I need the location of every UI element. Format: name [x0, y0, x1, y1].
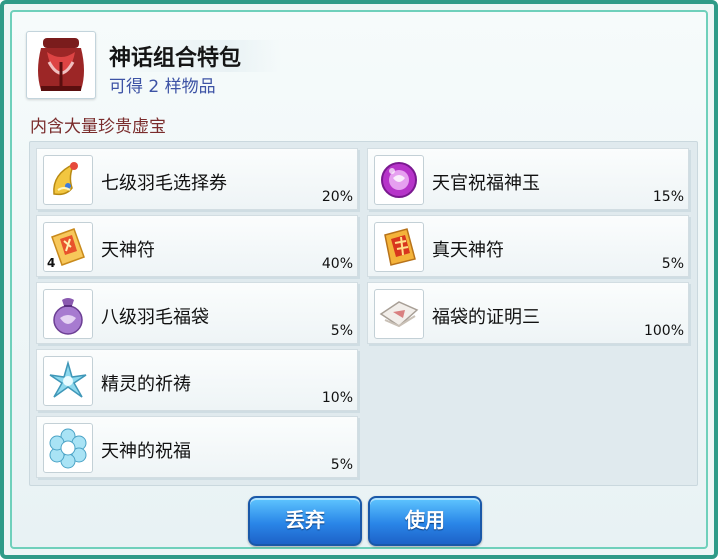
discard-button[interactable]: 丢弃: [248, 496, 362, 546]
list-item[interactable]: 天神的祝福 5%: [36, 416, 358, 478]
item-name: 精灵的祈祷: [101, 374, 191, 395]
list-item[interactable]: 真天神符 5%: [367, 215, 689, 277]
item-rate: 10%: [321, 390, 353, 406]
item-rate: 20%: [321, 189, 353, 205]
item-icon-frame: [374, 289, 424, 339]
item-icon-frame: 4: [43, 222, 93, 272]
list-item[interactable]: 4 天神符 40%: [36, 215, 358, 277]
item-rate: 5%: [330, 457, 353, 473]
item-name: 天神符: [101, 240, 155, 261]
item-icon-frame: [43, 289, 93, 339]
item-quantity: 4: [47, 256, 56, 270]
item-name: 天神的祝福: [101, 441, 191, 462]
item-name: 真天神符: [432, 240, 504, 261]
item-list-panel: 七级羽毛选择券 20% 天官祝福神玉 15% 4 天神符 40% 真天神符 5%…: [29, 141, 698, 486]
header-item-icon-frame: [26, 31, 96, 99]
item-icon-frame: [43, 423, 93, 473]
list-item[interactable]: 福袋的证明三 100%: [367, 282, 689, 344]
item-name: 天官祝福神玉: [432, 173, 540, 194]
list-item[interactable]: 天官祝福神玉 15%: [367, 148, 689, 210]
use-button[interactable]: 使用: [368, 496, 482, 546]
item-rate: 100%: [643, 323, 684, 339]
item-icon-frame: [374, 222, 424, 272]
list-item[interactable]: 七级羽毛选择券 20%: [36, 148, 358, 210]
list-item[interactable]: 精灵的祈祷 10%: [36, 349, 358, 411]
package-subtitle: 可得 2 样物品: [109, 77, 216, 97]
item-name: 福袋的证明三: [432, 307, 540, 328]
item-dialog: 神话组合特包 可得 2 样物品 内含大量珍贵虚宝 七级羽毛选择券 20% 天官祝…: [0, 0, 718, 559]
item-icon-frame: [43, 356, 93, 406]
item-rate: 15%: [652, 189, 684, 205]
item-icon-frame: [43, 155, 93, 205]
item-rate: 5%: [661, 256, 684, 272]
red-bag-icon: [27, 38, 95, 102]
item-name: 八级羽毛福袋: [101, 307, 209, 328]
item-rate: 5%: [330, 323, 353, 339]
item-icon-frame: [374, 155, 424, 205]
item-rate: 40%: [321, 256, 353, 272]
package-description: 内含大量珍贵虚宝: [30, 117, 166, 137]
package-title: 神话组合特包: [109, 40, 282, 72]
item-name: 七级羽毛选择券: [101, 173, 227, 194]
list-item[interactable]: 八级羽毛福袋 5%: [36, 282, 358, 344]
